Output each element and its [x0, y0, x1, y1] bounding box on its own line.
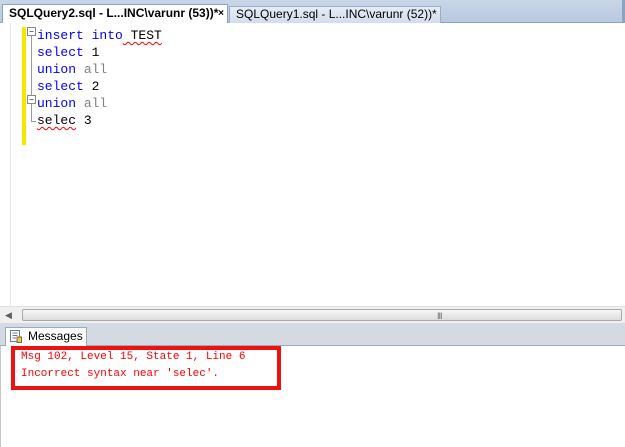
literal: 1: [83, 45, 100, 60]
code-line-2: select 1: [37, 44, 162, 61]
scroll-left-icon[interactable]: ◀: [5, 310, 12, 321]
tab-label: SQLQuery1.sql - L...INC\varunr (52))*: [236, 7, 437, 21]
code-line-5: union all: [37, 95, 162, 112]
syntax-error-token: selec: [37, 113, 77, 128]
tab-messages[interactable]: Messages: [5, 327, 87, 346]
scrollbar-thumb[interactable]: III: [22, 309, 622, 321]
document-tab-strip: SQLQuery2.sql - L...INC\varunr (53))* × …: [0, 0, 625, 23]
horizontal-scrollbar[interactable]: ◀ III: [0, 306, 625, 323]
tab-messages-label: Messages: [28, 329, 83, 343]
tab-label: SQLQuery2.sql - L...INC\varunr (53))*: [9, 6, 219, 20]
error-highlight-box: [11, 346, 281, 390]
sql-code[interactable]: insert into TEST select 1 union all select …: [37, 27, 162, 129]
literal: 2: [83, 79, 100, 94]
keyword: select: [37, 79, 84, 94]
code-line-6: selec 3: [37, 112, 162, 129]
results-tab-bar: Messages: [0, 327, 625, 346]
keyword-all: all: [76, 96, 108, 111]
scroll-grip-icon: III: [437, 311, 442, 321]
collapse-icon[interactable]: −: [27, 27, 36, 36]
query-editor[interactable]: − − insert into TEST select 1 union all sel…: [0, 23, 625, 306]
keyword: select: [37, 45, 84, 60]
keyword: union: [37, 96, 77, 111]
code-line-3: union all: [37, 61, 162, 78]
literal: 3: [76, 113, 92, 128]
collapse-icon[interactable]: −: [27, 95, 36, 104]
keyword-all: all: [76, 62, 108, 77]
messages-icon: [10, 330, 22, 343]
outline-guide: [31, 104, 32, 121]
code-line-4: select 2: [37, 78, 162, 95]
keyword: insert into: [37, 28, 123, 43]
tab-sqlquery2[interactable]: SQLQuery2.sql - L...INC\varunr (53))* ×: [2, 4, 228, 23]
outline-guide: [31, 36, 32, 96]
tab-sqlquery1[interactable]: SQLQuery1.sql - L...INC\varunr (52))*: [229, 6, 441, 23]
identifier-test: TEST: [122, 28, 162, 43]
code-line-1: insert into TEST: [37, 27, 162, 44]
editor-margin: [0, 23, 11, 306]
outline-guide-end: [31, 121, 36, 122]
keyword: union: [37, 62, 77, 77]
change-tracking-bar: [22, 27, 26, 145]
close-icon[interactable]: ×: [218, 5, 224, 22]
